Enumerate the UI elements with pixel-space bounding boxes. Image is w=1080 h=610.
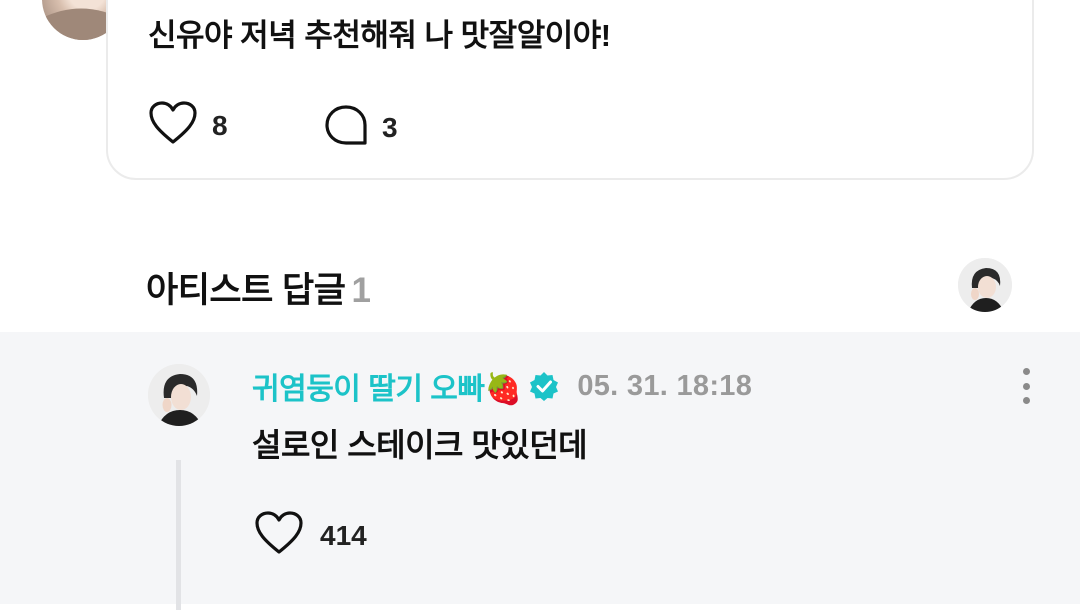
artist-avatar-small[interactable] [958, 258, 1012, 312]
reply-text: 설로인 스테이크 맛있던데 [252, 427, 588, 463]
artist-avatar[interactable] [148, 364, 210, 426]
reply-like-button[interactable]: 414 [254, 510, 367, 561]
heart-icon [254, 510, 304, 561]
reply-like-count: 414 [320, 519, 367, 551]
reply-timestamp: 05. 31. 18:18 [577, 369, 753, 402]
heart-icon [148, 100, 198, 151]
post-like-button[interactable]: 8 [148, 100, 228, 151]
post-text: 신유야 저녁 추천해줘 나 맛잘알이야! [148, 18, 611, 53]
post-comment-count: 3 [382, 111, 398, 143]
more-options-icon[interactable] [1016, 368, 1036, 404]
artist-replies-count: 1 [351, 271, 371, 310]
artist-replies-title: 아티스트 답글 [146, 271, 346, 310]
post-like-count: 8 [212, 109, 228, 141]
artist-name[interactable]: 귀염둥이 딸기 오빠🍓 [252, 364, 522, 408]
thread-line [176, 460, 181, 610]
artist-reply-panel: 귀염둥이 딸기 오빠🍓 05. 31. 18:18 설로인 스테이크 맛있던데 … [0, 332, 1080, 610]
verified-badge-icon [529, 371, 559, 401]
artist-replies-header: 아티스트 답글 1 [146, 262, 371, 313]
post-comment-button[interactable]: 3 [324, 104, 398, 151]
reply-meta: 귀염둥이 딸기 오빠🍓 05. 31. 18:18 [252, 364, 752, 408]
speech-bubble-icon [324, 104, 368, 151]
